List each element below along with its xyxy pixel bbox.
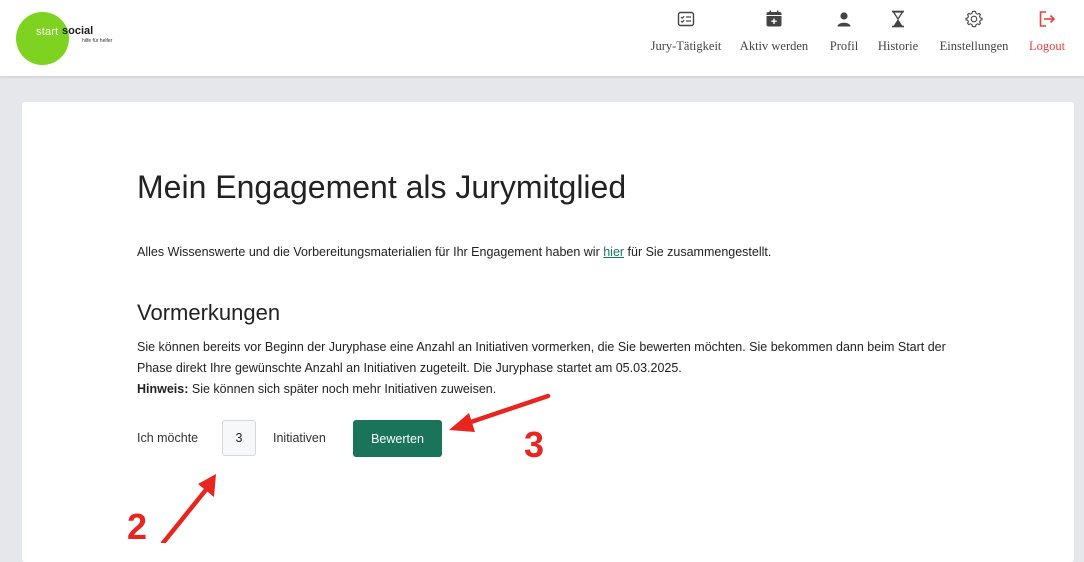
gear-icon [965,10,983,28]
page-title: Mein Engagement als Jurymitglied [137,169,627,205]
vormerkungen-description: Sie können bereits vor Beginn der Juryph… [137,337,967,400]
intro-text: Alles Wissenswerte und die Vorbereitungs… [137,245,771,259]
intro-text-after: für Sie zusammengestellt. [624,245,772,259]
logo-social-text: social [62,25,94,37]
nav-label: Aktiv werden [739,39,809,53]
section-title-vormerkungen: Vormerkungen [137,300,281,325]
annotation-number-3: 3 [524,424,545,465]
nav-item-historie[interactable]: Historie [870,10,926,64]
nav-item-profil[interactable]: Profil [823,10,865,64]
quantity-suffix-label: Initiativen [273,431,326,445]
nav-item-einstellungen[interactable]: Einstellungen [933,10,1015,64]
hint-label: Hinweis: [137,382,189,396]
nav-label: Historie [877,39,919,53]
checklist-icon [677,11,695,27]
logo-start-text: start [36,26,59,38]
startsocial-logo[interactable] [16,12,69,65]
logout-icon [1039,11,1056,27]
logo-tagline: hilfe für helfer [82,38,113,44]
person-icon [837,12,851,27]
quantity-prefix-label: Ich möchte [137,431,199,445]
nav-label: Einstellungen [939,39,1009,53]
nav-item-aktiv-werden[interactable]: Aktiv werden [735,10,813,64]
annotation-number-2: 2 [127,506,148,547]
nav-item-jury-taetigkeit[interactable]: Jury-Tätigkeit [647,10,725,64]
hourglass-icon [892,10,904,28]
nav-label: Profil [829,39,859,53]
calendar-plus-icon [766,10,782,27]
initiatives-quantity-input[interactable] [222,420,256,456]
nav-item-logout[interactable]: Logout [1024,10,1070,64]
nav-label: Logout [1028,39,1066,53]
hint-text: Sie können sich später noch mehr Initiat… [188,382,497,396]
top-navigation-bar: start social hilfe für helfer Jury-Tätig… [0,0,1084,76]
bewerten-button[interactable]: Bewerten [353,420,442,457]
nav-label: Jury-Tätigkeit [650,39,722,53]
description-text: Sie können bereits vor Beginn der Juryph… [137,340,946,375]
materials-link[interactable]: hier [603,245,624,259]
intro-text-before: Alles Wissenswerte und die Vorbereitungs… [137,245,604,259]
